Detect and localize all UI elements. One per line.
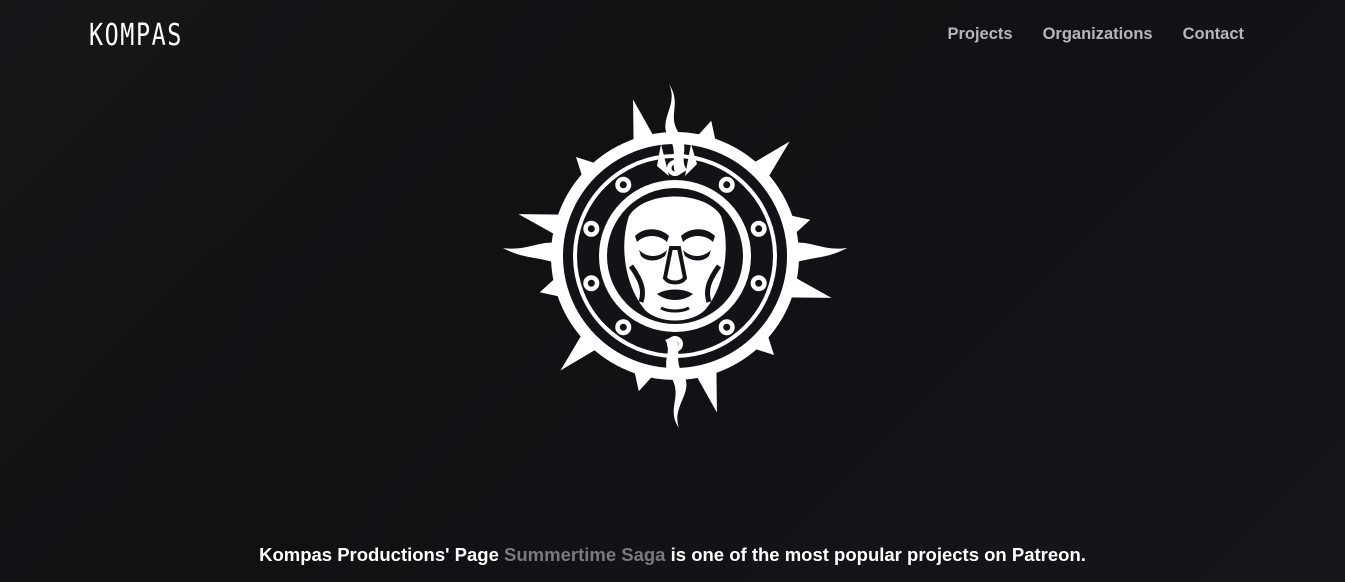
tagline-text-after: is one of the most popular projects on P… xyxy=(665,544,1086,565)
site-logo[interactable]: KOMPAS xyxy=(89,18,183,54)
ring-stud-center xyxy=(619,181,627,189)
nav-link-contact[interactable]: Contact xyxy=(1183,24,1244,44)
ring-stud-center xyxy=(723,181,731,189)
ring-stud-center xyxy=(587,225,595,233)
ring-stud-center xyxy=(755,225,763,233)
tagline: Kompas Productions' Page Summertime Saga… xyxy=(0,543,1345,567)
sun-face-emblem-icon xyxy=(503,84,847,428)
ring-stud-center xyxy=(587,279,595,287)
nav-link-projects[interactable]: Projects xyxy=(947,24,1012,44)
ring-stud-center xyxy=(723,323,731,331)
ring-stud-center xyxy=(755,279,763,287)
summertime-saga-link[interactable]: Summertime Saga xyxy=(504,544,665,565)
tagline-text-before: Kompas Productions' Page xyxy=(259,544,505,565)
main-nav: Projects Organizations Contact xyxy=(947,24,1244,44)
nav-link-organizations[interactable]: Organizations xyxy=(1043,24,1153,44)
ring-stud-center xyxy=(619,323,627,331)
